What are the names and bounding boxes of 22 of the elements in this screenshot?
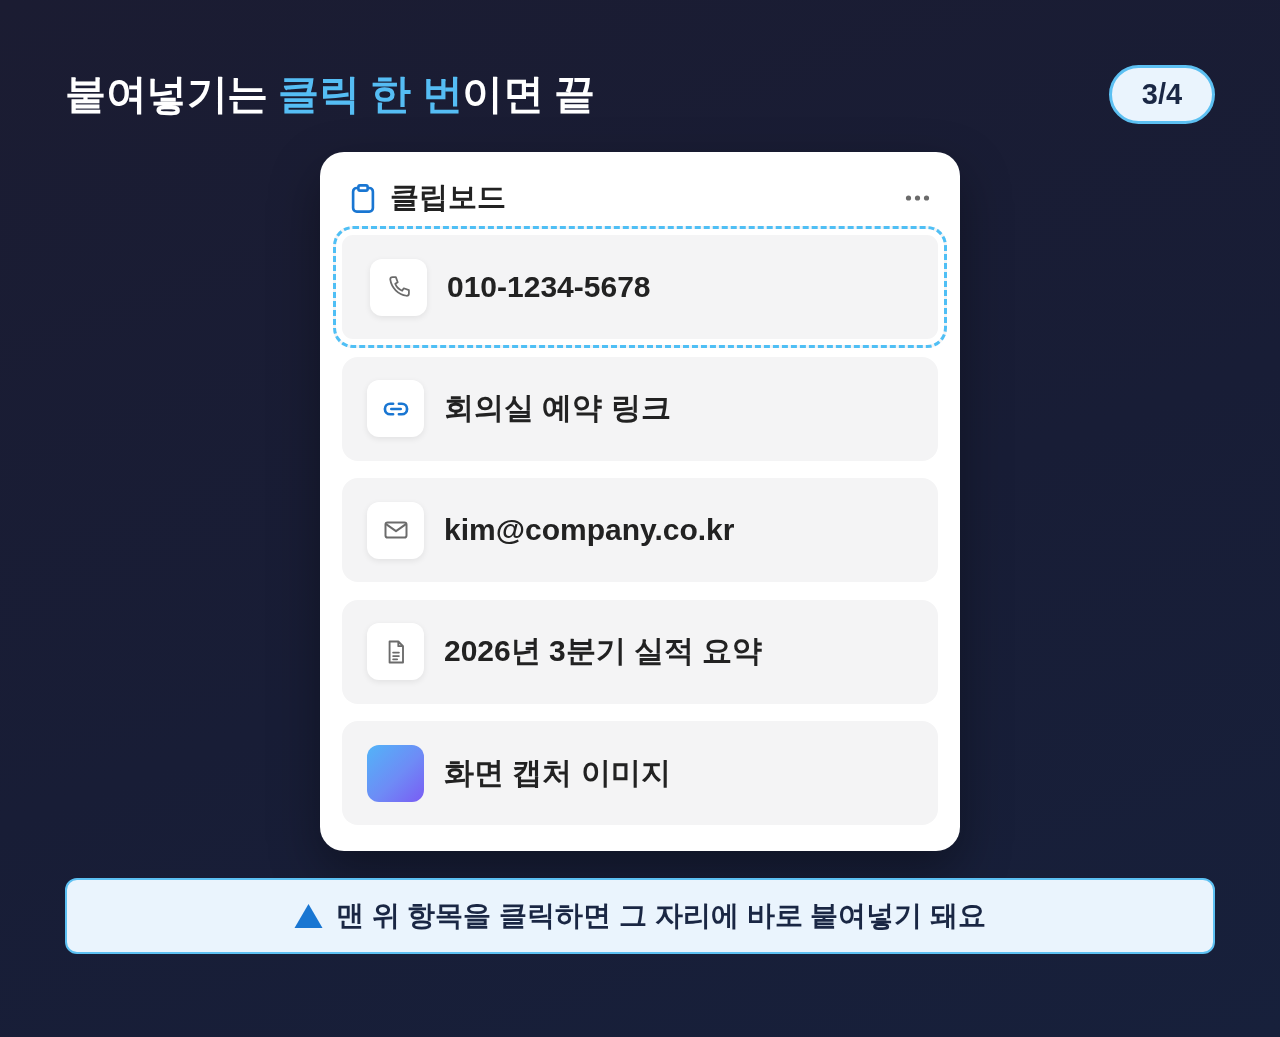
panel-title: 클립보드: [390, 180, 507, 215]
phone-icon: [370, 258, 427, 316]
clipboard-item[interactable]: 010-1234-5678: [333, 226, 947, 348]
clipboard-item[interactable]: kim@company.co.kr: [342, 478, 938, 582]
item-text: 화면 캡처 이미지: [444, 754, 671, 791]
triangle-icon: [293, 904, 323, 928]
hint-text: 맨 위 항목을 클릭하면 그 자리에 바로 붙여넣기 돼요: [335, 899, 987, 933]
image-thumbnail: [367, 744, 424, 802]
item-text: 010-1234-5678: [447, 270, 651, 304]
item-text: 2026년 3분기 실적 요약: [444, 633, 763, 669]
clipboard-item[interactable]: 2026년 3분기 실적 요약: [342, 599, 938, 704]
item-text: 회의실 예약 링크: [444, 390, 671, 426]
clipboard-item[interactable]: 회의실 예약 링크: [342, 356, 938, 461]
link-icon: [367, 380, 424, 437]
more-icon[interactable]: [905, 195, 930, 201]
clipboard-icon: [351, 183, 375, 213]
envelope-icon: [367, 501, 424, 559]
page-title: 붙여넣기는 클릭 한 번이면 끝: [65, 69, 595, 119]
item-text: kim@company.co.kr: [444, 513, 735, 547]
clipboard-item[interactable]: 화면 캡처 이미지: [342, 721, 938, 825]
page-indicator: 3/4: [1109, 64, 1215, 124]
document-icon: [367, 623, 424, 680]
